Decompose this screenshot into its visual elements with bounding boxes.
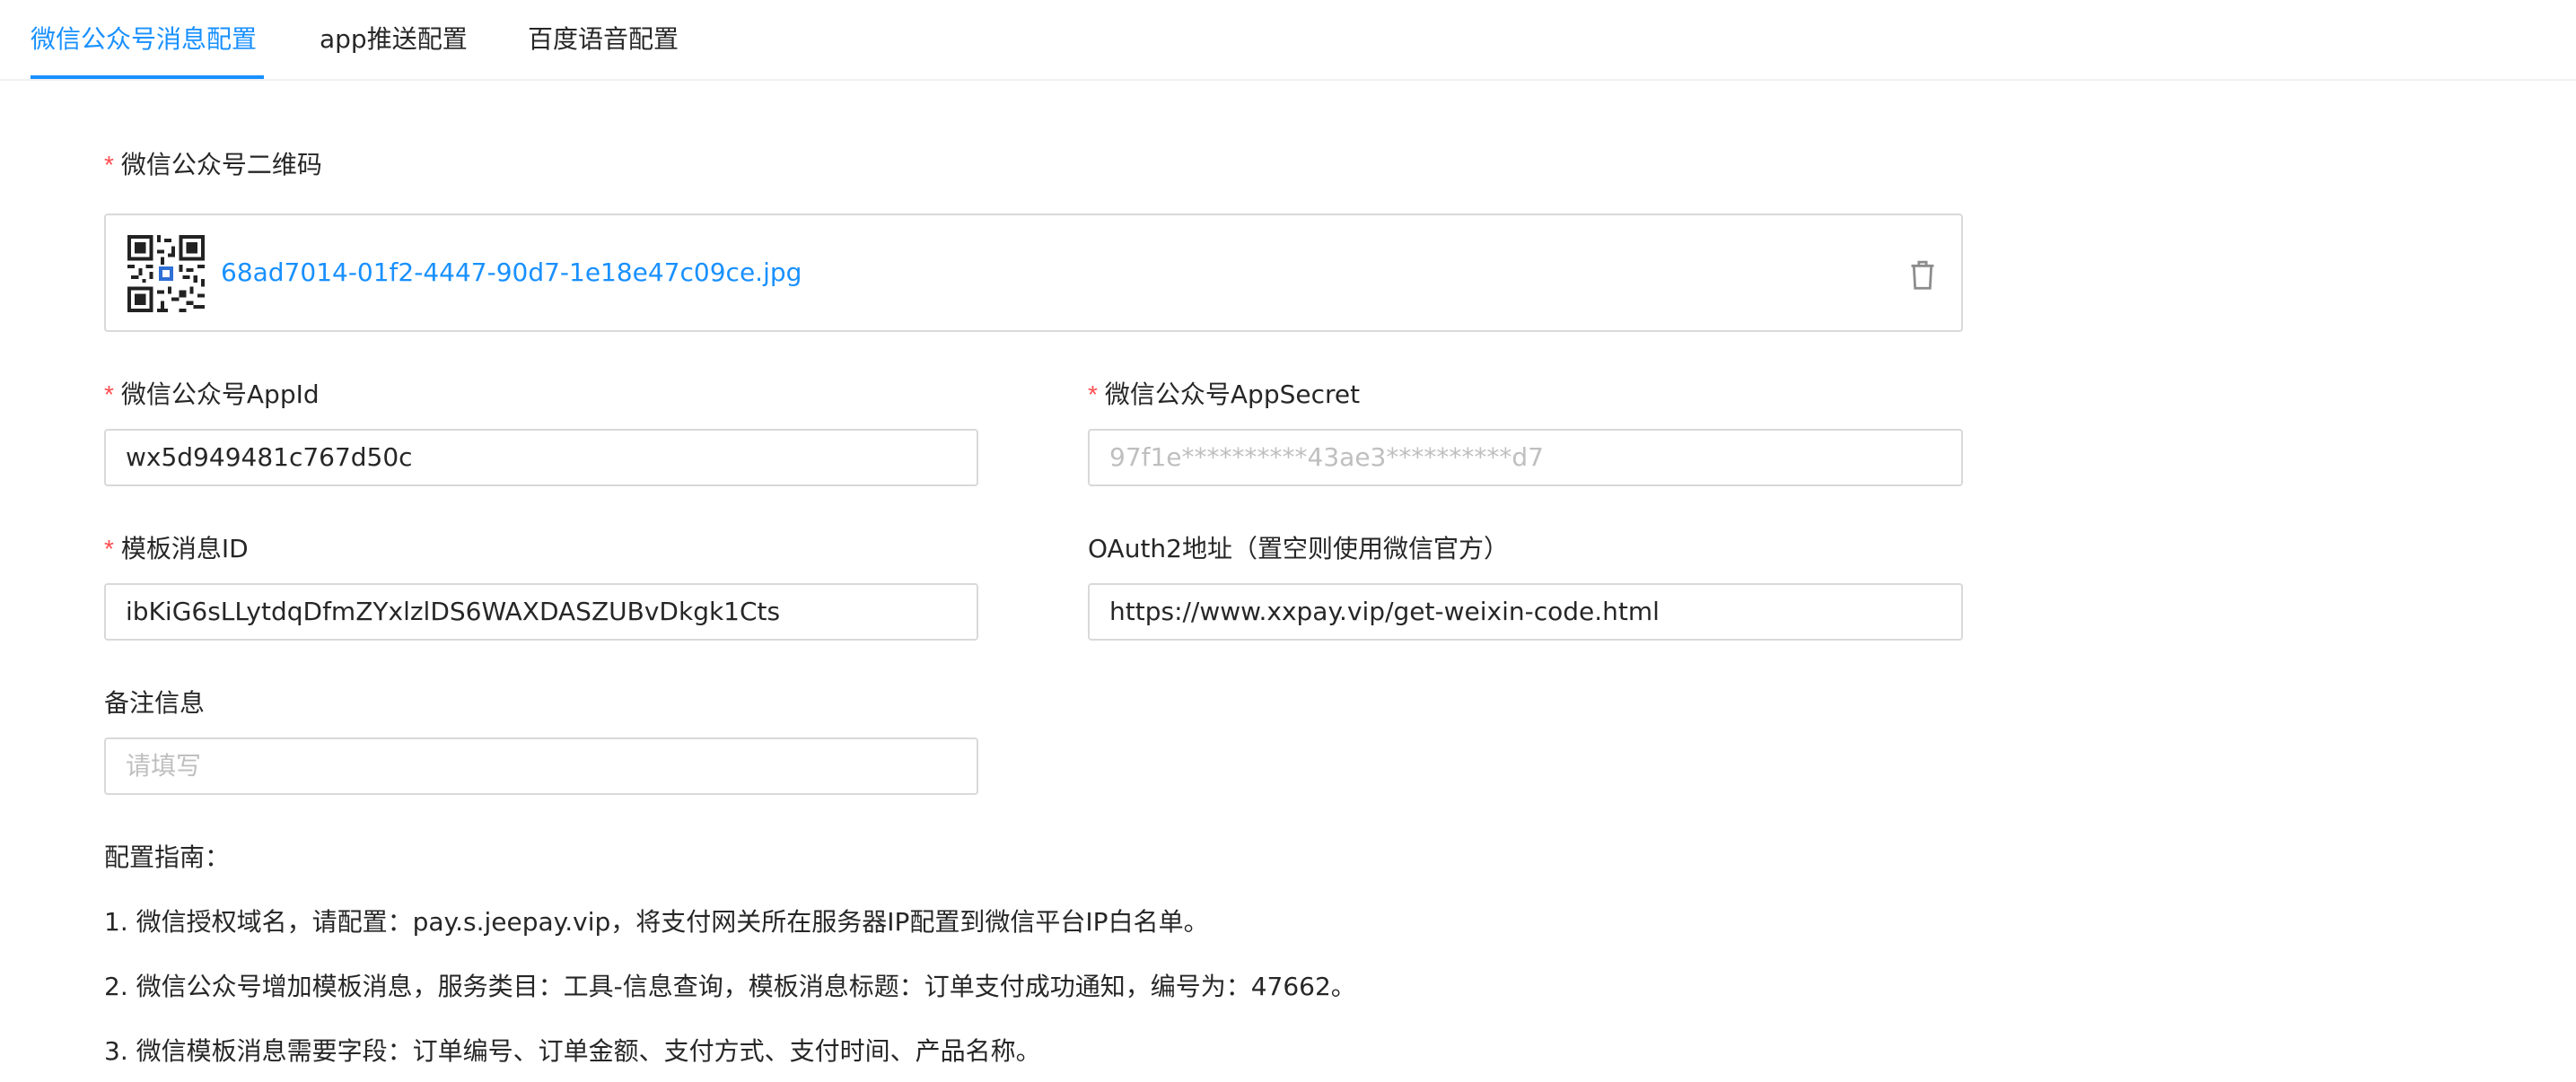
required-mark: *	[104, 535, 114, 563]
appsecret-label-text: 微信公众号AppSecret	[1104, 380, 1361, 409]
appsecret-label: * 微信公众号AppSecret	[1088, 377, 1360, 413]
required-mark: *	[104, 151, 114, 179]
qrcode-label-text: 微信公众号二维码	[120, 150, 322, 179]
required-mark: *	[1088, 380, 1098, 408]
appid-label-text: 微信公众号AppId	[120, 380, 320, 409]
qrcode-label: * 微信公众号二维码	[104, 147, 322, 183]
tab-baidu-voice-config[interactable]: 百度语音配置	[528, 20, 679, 59]
template-id-label-text: 模板消息ID	[120, 534, 249, 563]
tab-wechat-message-config[interactable]: 微信公众号消息配置	[31, 20, 257, 59]
qrcode-file-link[interactable]: 68ad7014-01f2-4447-90d7-1e18e47c09ce.jpg	[221, 255, 802, 291]
appsecret-input[interactable]: 97f1e**********43ae3**********d7	[1088, 429, 1963, 486]
guide-item: 3. 微信模板消息需要字段：订单编号、订单金额、支付方式、支付时间、产品名称。	[104, 1036, 1041, 1066]
trash-icon[interactable]	[1907, 258, 1938, 291]
active-tab-indicator	[31, 75, 264, 79]
remark-input[interactable]: 请填写	[104, 737, 978, 795]
tab-app-push-config[interactable]: app推送配置	[320, 20, 468, 59]
guide-item: 1. 微信授权域名，请配置：pay.s.jeepay.vip，将支付网关所在服务…	[104, 907, 1209, 937]
oauth2-input[interactable]: https://www.xxpay.vip/get-weixin-code.ht…	[1088, 583, 1963, 641]
template-id-label: * 模板消息ID	[104, 531, 249, 567]
template-id-input[interactable]: ibKiG6sLLytdqDfmZYxlzlDS6WAXDASZUBvDkgk1…	[104, 583, 978, 641]
appid-input[interactable]: wx5d949481c767d50c	[104, 429, 978, 486]
qrcode-thumbnail[interactable]	[127, 235, 205, 312]
guide-item: 2. 微信公众号增加模板消息，服务类目：工具-信息查询，模板消息标题：订单支付成…	[104, 972, 1356, 1001]
qrcode-upload-item: 68ad7014-01f2-4447-90d7-1e18e47c09ce.jpg	[104, 214, 1963, 332]
required-mark: *	[104, 380, 114, 408]
remark-label: 备注信息	[104, 688, 206, 718]
oauth2-label: OAuth2地址（置空则使用微信官方）	[1088, 534, 1509, 563]
guide-title: 配置指南：	[104, 842, 231, 872]
appid-label: * 微信公众号AppId	[104, 377, 320, 413]
tab-bar: 微信公众号消息配置 app推送配置 百度语音配置	[0, 0, 2576, 81]
